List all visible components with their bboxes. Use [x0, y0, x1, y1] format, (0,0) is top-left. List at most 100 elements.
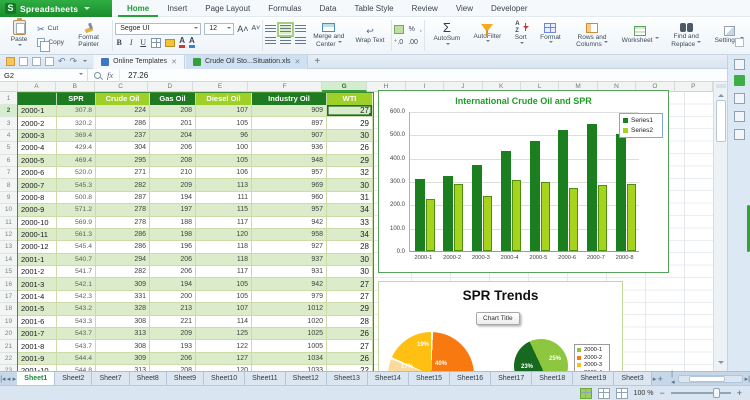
merge-center-button[interactable]: Merge and Center — [306, 17, 351, 54]
cell[interactable]: 117 — [196, 217, 252, 229]
sheet-tab-sheet16[interactable]: Sheet16 — [450, 372, 491, 385]
row-header-14[interactable]: 14 — [0, 254, 18, 266]
cell[interactable]: 948 — [252, 155, 327, 167]
cell[interactable]: 313 — [96, 328, 150, 340]
print-preview-icon[interactable] — [45, 57, 54, 66]
cell[interactable]: 26 — [327, 142, 373, 154]
cell[interactable]: 2000-7 — [18, 179, 57, 191]
cell[interactable]: 206 — [150, 266, 196, 278]
cell[interactable]: 287 — [96, 192, 150, 204]
split-handle[interactable] — [716, 84, 726, 88]
cell[interactable]: 561.3 — [57, 229, 96, 241]
cell[interactable]: 569.9 — [57, 217, 96, 229]
cell[interactable]: 907 — [252, 130, 327, 142]
cell[interactable]: 113 — [196, 179, 252, 191]
cell[interactable]: 114 — [196, 316, 252, 328]
cell[interactable]: 30 — [327, 130, 373, 142]
decrease-decimal-button[interactable]: .00 — [408, 39, 418, 46]
align-bottom-button[interactable] — [295, 25, 306, 34]
cell[interactable]: 2001-1 — [18, 254, 57, 266]
align-top-button[interactable] — [265, 25, 276, 34]
cell[interactable]: 545.3 — [57, 179, 96, 191]
chart-title-button[interactable]: Chart Title — [476, 312, 520, 325]
cell[interactable]: 2000-8 — [18, 192, 57, 204]
cell[interactable]: 2001-4 — [18, 291, 57, 303]
print-icon[interactable] — [32, 57, 41, 66]
cell[interactable]: 33 — [327, 217, 373, 229]
menu-tab-developer[interactable]: Developer — [482, 0, 536, 17]
cell[interactable]: 193 — [150, 340, 196, 352]
cell[interactable]: 209 — [150, 328, 196, 340]
wrap-text-button[interactable]: ↩ Wrap Text — [351, 17, 388, 54]
cell[interactable]: 26 — [327, 353, 373, 365]
align-right-button[interactable] — [295, 37, 306, 46]
cell[interactable]: 1005 — [252, 340, 327, 352]
save-icon[interactable] — [6, 57, 15, 66]
cell[interactable]: 208 — [150, 155, 196, 167]
worksheet-grid[interactable]: ABCDEFGHIJKLMNOP 1SPRCrude OilGas OilDie… — [0, 82, 713, 371]
cell[interactable]: 204 — [150, 130, 196, 142]
cell[interactable]: 308 — [96, 340, 150, 352]
cell[interactable]: 117 — [196, 266, 252, 278]
hscroll-right-icon[interactable]: ▸| — [745, 375, 750, 383]
cell[interactable]: 304 — [96, 142, 150, 154]
cell[interactable]: 206 — [150, 254, 196, 266]
cell[interactable]: 197 — [150, 204, 196, 216]
sidebar-shapes-icon[interactable] — [734, 111, 745, 122]
cell[interactable]: 32 — [327, 167, 373, 179]
cell[interactable]: 543.7 — [57, 328, 96, 340]
cell[interactable]: 106 — [196, 167, 252, 179]
row-header-9[interactable]: 9 — [0, 192, 18, 204]
align-left-button[interactable] — [265, 37, 276, 46]
cell[interactable]: 960 — [252, 192, 327, 204]
menu-tab-insert[interactable]: Insert — [158, 0, 196, 17]
new-document-icon[interactable] — [19, 57, 28, 66]
sidebar-document-icon[interactable] — [734, 75, 745, 86]
zoom-out-button[interactable]: − — [659, 389, 664, 398]
menu-tab-view[interactable]: View — [447, 0, 482, 17]
cell[interactable]: 2001-3 — [18, 278, 57, 290]
app-brand[interactable]: S Spreadsheets — [0, 0, 112, 17]
cell[interactable]: 105 — [196, 155, 252, 167]
document-tab[interactable]: Online Templates✕ — [93, 55, 185, 69]
cell[interactable]: 210 — [150, 167, 196, 179]
cell[interactable]: 27 — [327, 278, 373, 290]
align-middle-button[interactable] — [280, 25, 291, 34]
cell[interactable]: 2000-4 — [18, 142, 57, 154]
font-size-combo[interactable]: 12 — [204, 23, 234, 35]
vertical-scrollbar[interactable] — [713, 82, 727, 371]
cell[interactable]: 206 — [150, 353, 196, 365]
sheet-tab-sheet7[interactable]: Sheet7 — [92, 372, 129, 385]
sidebar-clipboard-icon[interactable] — [734, 93, 745, 104]
column-header-F[interactable]: F — [248, 82, 322, 92]
undo-icon[interactable]: ↶ — [58, 57, 66, 66]
cell[interactable]: 206 — [150, 142, 196, 154]
menu-tab-review[interactable]: Review — [403, 0, 447, 17]
row-header-3[interactable]: 3 — [0, 117, 18, 129]
cell[interactable]: 1034 — [252, 353, 327, 365]
row-header-11[interactable]: 11 — [0, 217, 18, 229]
cell[interactable]: 271 — [96, 167, 150, 179]
menu-tab-table-style[interactable]: Table Style — [345, 0, 402, 17]
cell[interactable]: 309 — [96, 353, 150, 365]
cell[interactable]: 2001-2 — [18, 266, 57, 278]
select-all-corner[interactable] — [0, 82, 18, 92]
cell[interactable]: 105 — [196, 278, 252, 290]
sheet-tab-sheet1[interactable]: Sheet1 — [17, 372, 55, 385]
hscroll-track[interactable] — [678, 375, 742, 383]
cell[interactable]: 127 — [196, 353, 252, 365]
row-header-5[interactable]: 5 — [0, 142, 18, 154]
cell[interactable]: 957 — [252, 167, 327, 179]
cell[interactable]: 543.3 — [57, 316, 96, 328]
percent-format-button[interactable]: % — [409, 26, 415, 33]
font-name-combo[interactable]: Segoe UI — [115, 23, 201, 35]
sheet-tab-sheet18[interactable]: Sheet18 — [532, 372, 573, 385]
cell[interactable]: 328 — [96, 303, 150, 315]
cell[interactable]: 286 — [96, 229, 150, 241]
bold-button[interactable]: B — [115, 38, 123, 47]
chevron-down-icon[interactable] — [84, 7, 90, 13]
cell[interactable]: 196 — [150, 241, 196, 253]
cell[interactable]: 542.3 — [57, 291, 96, 303]
row-header-22[interactable]: 22 — [0, 353, 18, 365]
cell[interactable]: 27 — [327, 105, 373, 117]
